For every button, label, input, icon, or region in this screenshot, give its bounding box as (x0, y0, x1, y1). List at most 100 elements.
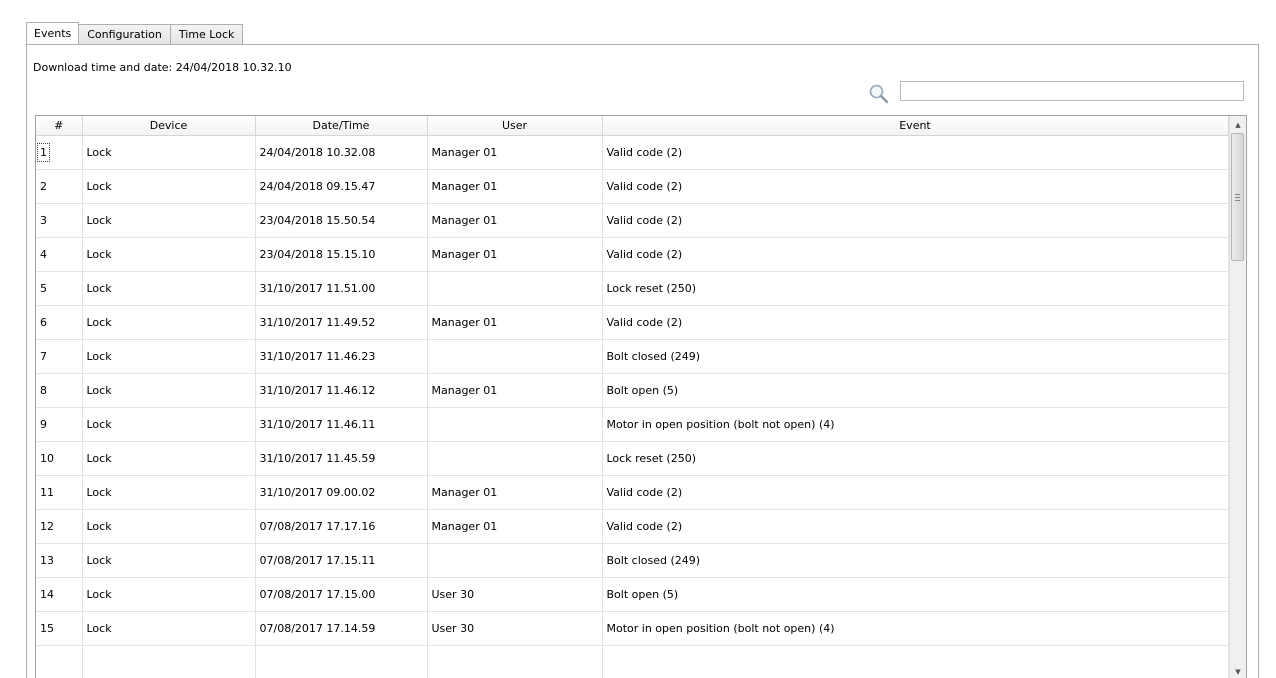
scroll-down-icon[interactable]: ▼ (1230, 663, 1246, 678)
table-row[interactable]: 3 Lock 23/04/2018 15.50.54 Manager 01 Va… (36, 203, 1229, 238)
table-row[interactable]: 10 Lock 31/10/2017 11.45.59 Lock reset (… (36, 441, 1229, 476)
cell-datetime[interactable]: 07/08/2017 17.14.59 (255, 611, 428, 646)
cell-device[interactable]: Lock (82, 339, 256, 374)
table-row[interactable]: 15 Lock 07/08/2017 17.14.59 User 30 Moto… (36, 611, 1229, 646)
cell-device[interactable]: Lock (82, 135, 256, 170)
table-row[interactable]: 14 Lock 07/08/2017 17.15.00 User 30 Bolt… (36, 577, 1229, 612)
table-row[interactable]: 2 Lock 24/04/2018 09.15.47 Manager 01 Va… (36, 169, 1229, 204)
cell-datetime[interactable]: 23/04/2018 15.15.10 (255, 237, 428, 272)
table-row[interactable]: 13 Lock 07/08/2017 17.15.11 Bolt closed … (36, 543, 1229, 578)
table-row[interactable]: 9 Lock 31/10/2017 11.46.11 Motor in open… (36, 407, 1229, 442)
cell-device[interactable] (82, 645, 256, 678)
cell-number[interactable]: 5 (36, 271, 83, 306)
cell-user[interactable]: Manager 01 (427, 509, 603, 544)
cell-device[interactable]: Lock (82, 237, 256, 272)
cell-event[interactable] (602, 645, 1229, 678)
tab-time-lock[interactable]: Time Lock (169, 24, 244, 44)
cell-datetime[interactable]: 24/04/2018 10.32.08 (255, 135, 428, 170)
cell-event[interactable]: Motor in open position (bolt not open) (… (602, 611, 1229, 646)
cell-device[interactable]: Lock (82, 509, 256, 544)
table-row[interactable]: 6 Lock 31/10/2017 11.49.52 Manager 01 Va… (36, 305, 1229, 340)
cell-event[interactable]: Motor in open position (bolt not open) (… (602, 407, 1229, 442)
cell-device[interactable]: Lock (82, 475, 256, 510)
search-input[interactable] (900, 81, 1244, 101)
cell-number[interactable]: 15 (36, 611, 83, 646)
column-header-device[interactable]: Device (82, 116, 256, 136)
tab-configuration[interactable]: Configuration (78, 24, 171, 44)
cell-user[interactable]: User 30 (427, 611, 603, 646)
cell-device[interactable]: Lock (82, 305, 256, 340)
cell-event[interactable]: Valid code (2) (602, 169, 1229, 204)
table-row[interactable]: 8 Lock 31/10/2017 11.46.12 Manager 01 Bo… (36, 373, 1229, 408)
vertical-scrollbar[interactable]: ▲ ▼ (1229, 116, 1246, 678)
cell-number[interactable]: 9 (36, 407, 83, 442)
cell-datetime[interactable]: 31/10/2017 11.51.00 (255, 271, 428, 306)
cell-device[interactable]: Lock (82, 271, 256, 306)
cell-number[interactable]: 11 (36, 475, 83, 510)
cell-user[interactable]: Manager 01 (427, 373, 603, 408)
cell-user[interactable] (427, 441, 603, 476)
scroll-up-icon[interactable]: ▲ (1230, 116, 1246, 133)
cell-user[interactable] (427, 645, 603, 678)
cell-number[interactable]: 2 (36, 169, 83, 204)
cell-device[interactable]: Lock (82, 373, 256, 408)
cell-user[interactable]: Manager 01 (427, 135, 603, 170)
cell-event[interactable]: Valid code (2) (602, 135, 1229, 170)
cell-number[interactable]: 4 (36, 237, 83, 272)
cell-user[interactable]: User 30 (427, 577, 603, 612)
cell-user[interactable]: Manager 01 (427, 305, 603, 340)
cell-datetime[interactable]: 23/04/2018 15.50.54 (255, 203, 428, 238)
table-row[interactable]: 7 Lock 31/10/2017 11.46.23 Bolt closed (… (36, 339, 1229, 374)
cell-number[interactable]: 3 (36, 203, 83, 238)
search-icon[interactable] (868, 83, 890, 105)
cell-user[interactable] (427, 543, 603, 578)
cell-user[interactable]: Manager 01 (427, 475, 603, 510)
table-row[interactable]: 5 Lock 31/10/2017 11.51.00 Lock reset (2… (36, 271, 1229, 306)
cell-event[interactable]: Bolt open (5) (602, 577, 1229, 612)
cell-device[interactable]: Lock (82, 577, 256, 612)
cell-number[interactable]: 14 (36, 577, 83, 612)
cell-user[interactable] (427, 407, 603, 442)
cell-event[interactable]: Valid code (2) (602, 509, 1229, 544)
cell-number[interactable]: 7 (36, 339, 83, 374)
cell-datetime[interactable]: 31/10/2017 11.46.12 (255, 373, 428, 408)
cell-event[interactable]: Lock reset (250) (602, 441, 1229, 476)
column-header-event[interactable]: Event (602, 116, 1229, 136)
cell-number[interactable] (36, 645, 83, 678)
cell-device[interactable]: Lock (82, 203, 256, 238)
cell-datetime[interactable]: 31/10/2017 09.00.02 (255, 475, 428, 510)
cell-user[interactable]: Manager 01 (427, 169, 603, 204)
tab-events[interactable]: Events (26, 22, 80, 44)
cell-datetime[interactable]: 07/08/2017 17.15.11 (255, 543, 428, 578)
cell-datetime[interactable]: 31/10/2017 11.49.52 (255, 305, 428, 340)
cell-device[interactable]: Lock (82, 407, 256, 442)
cell-number[interactable]: 13 (36, 543, 83, 578)
cell-event[interactable]: Valid code (2) (602, 305, 1229, 340)
cell-device[interactable]: Lock (82, 611, 256, 646)
column-header-datetime[interactable]: Date/Time (255, 116, 428, 136)
cell-user[interactable] (427, 271, 603, 306)
cell-number[interactable]: 12 (36, 509, 83, 544)
cell-datetime[interactable]: 31/10/2017 11.46.23 (255, 339, 428, 374)
cell-datetime[interactable]: 07/08/2017 17.17.16 (255, 509, 428, 544)
cell-event[interactable]: Bolt open (5) (602, 373, 1229, 408)
table-row[interactable] (36, 645, 1229, 678)
cell-number[interactable]: 8 (36, 373, 83, 408)
cell-number[interactable]: 6 (36, 305, 83, 340)
cell-event[interactable]: Bolt closed (249) (602, 543, 1229, 578)
cell-device[interactable]: Lock (82, 441, 256, 476)
cell-datetime[interactable]: 07/08/2017 17.15.00 (255, 577, 428, 612)
column-header-number[interactable]: # (36, 116, 83, 136)
cell-user[interactable]: Manager 01 (427, 237, 603, 272)
cell-datetime[interactable]: 31/10/2017 11.45.59 (255, 441, 428, 476)
cell-event[interactable]: Bolt closed (249) (602, 339, 1229, 374)
cell-event[interactable]: Lock reset (250) (602, 271, 1229, 306)
cell-event[interactable]: Valid code (2) (602, 475, 1229, 510)
cell-datetime[interactable]: 24/04/2018 09.15.47 (255, 169, 428, 204)
cell-datetime[interactable] (255, 645, 428, 678)
table-row[interactable]: 12 Lock 07/08/2017 17.17.16 Manager 01 V… (36, 509, 1229, 544)
cell-device[interactable]: Lock (82, 543, 256, 578)
table-row[interactable]: 1 Lock 24/04/2018 10.32.08 Manager 01 Va… (36, 135, 1229, 170)
cell-event[interactable]: Valid code (2) (602, 237, 1229, 272)
cell-user[interactable] (427, 339, 603, 374)
